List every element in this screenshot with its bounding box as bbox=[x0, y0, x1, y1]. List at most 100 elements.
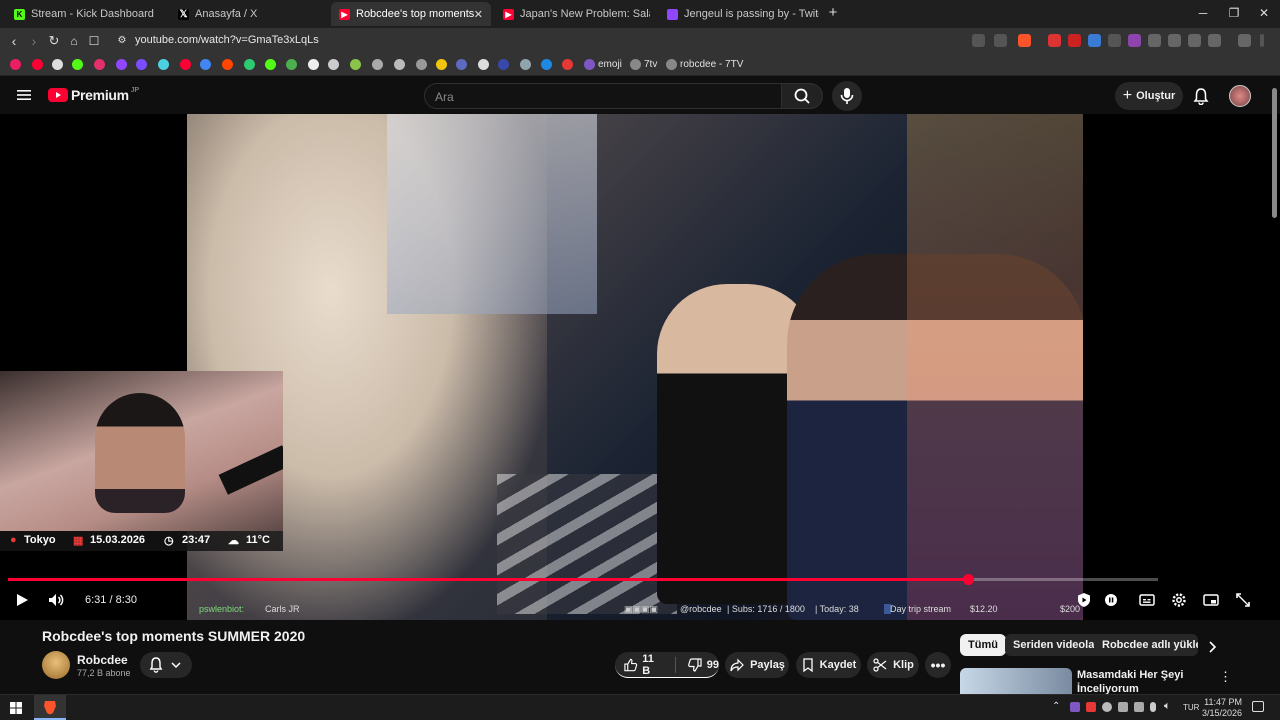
video-player[interactable]: ● Tokyo ▦ 15.03.2026 ◷ 23:47 ☁ 11°C 6:31… bbox=[0, 114, 1280, 620]
menu-icon[interactable] bbox=[1260, 34, 1264, 47]
bookmark-icon[interactable] bbox=[498, 59, 509, 70]
bookmark-icon[interactable] bbox=[136, 59, 147, 70]
tray-volume-icon[interactable]: 🔈︎ bbox=[1164, 700, 1171, 713]
url-field[interactable]: youtube.com/watch?v=GmaTe3xLqLs bbox=[135, 34, 319, 46]
chip-all[interactable]: Tümü bbox=[960, 634, 1006, 656]
share-icon[interactable] bbox=[994, 34, 1007, 47]
youtube-premium-logo[interactable]: Premium JP bbox=[48, 87, 139, 103]
bookmark-emoji-icon[interactable] bbox=[584, 59, 595, 70]
bookmark-icon[interactable] bbox=[478, 59, 489, 70]
more-actions-button[interactable]: ••• bbox=[925, 652, 951, 678]
extensions-puzzle-icon[interactable] bbox=[1148, 34, 1161, 47]
bookmark-twitch-icon[interactable] bbox=[116, 59, 127, 70]
link-icon[interactable] bbox=[1188, 34, 1201, 47]
notifications-bell-icon[interactable] bbox=[1192, 87, 1210, 105]
cast-icon[interactable] bbox=[972, 34, 985, 47]
account-avatar[interactable] bbox=[1229, 85, 1251, 107]
bookmark-icon[interactable] bbox=[244, 59, 255, 70]
search-button[interactable] bbox=[781, 83, 823, 109]
dislike-button[interactable]: 99 bbox=[687, 657, 719, 673]
extension-icon[interactable] bbox=[1048, 34, 1061, 47]
save-button[interactable]: Kaydet bbox=[796, 652, 861, 678]
maximize-button[interactable]: ❐ bbox=[1224, 6, 1244, 20]
tray-overflow-icon[interactable]: ⌃ bbox=[1052, 701, 1060, 712]
share-button[interactable]: Paylaş bbox=[725, 652, 789, 678]
bookmark-instagram-icon[interactable] bbox=[94, 59, 105, 70]
bookmark-icon[interactable] bbox=[200, 59, 211, 70]
clip-button[interactable]: Klip bbox=[867, 652, 919, 678]
bookmark-x-icon[interactable] bbox=[52, 59, 63, 70]
windows-start-icon[interactable] bbox=[10, 702, 22, 714]
channel-avatar[interactable] bbox=[42, 651, 70, 679]
recommendation-more-vertical-icon[interactable]: ⋮ bbox=[1219, 670, 1232, 683]
close-window-button[interactable]: ✕ bbox=[1254, 6, 1274, 20]
bookmark-icon[interactable] bbox=[372, 59, 383, 70]
forward-icon[interactable]: › bbox=[26, 33, 42, 49]
minimize-button[interactable]: ─ bbox=[1193, 6, 1213, 20]
bookmark-icon[interactable] bbox=[158, 59, 169, 70]
bookmark-icon[interactable] bbox=[394, 59, 405, 70]
autoplay-shield-button[interactable] bbox=[1075, 590, 1093, 610]
bookmark-kick-icon[interactable] bbox=[72, 59, 83, 70]
volume-button[interactable] bbox=[47, 590, 65, 610]
chip-series[interactable]: Seriden videolar bbox=[1005, 634, 1107, 656]
notification-center-icon[interactable] bbox=[1252, 701, 1264, 712]
tab-youtube-salaryman[interactable]: ▶ Japan's New Problem: Salaryman Gri bbox=[495, 2, 655, 26]
bookmark-icon[interactable] bbox=[286, 59, 297, 70]
bookmark-7tv[interactable]: 7tv bbox=[644, 59, 657, 70]
bookmark-icon[interactable] bbox=[456, 59, 467, 70]
new-tab-button[interactable]: + bbox=[823, 4, 843, 21]
tray-clock[interactable]: 11:47 PM 3/15/2026 bbox=[1202, 697, 1242, 719]
back-icon[interactable]: ‹ bbox=[6, 33, 22, 49]
fullscreen-button[interactable] bbox=[1234, 590, 1252, 610]
create-button[interactable]: + Oluştur bbox=[1115, 82, 1183, 110]
tab-youtube-active[interactable]: ▶ Robcdee's top moments SUMM ✕ bbox=[331, 2, 491, 26]
bookmark-icon[interactable] bbox=[265, 59, 276, 70]
bookmark-icon[interactable] bbox=[520, 59, 531, 70]
download-icon[interactable] bbox=[1208, 34, 1221, 47]
play-button[interactable] bbox=[14, 590, 30, 610]
recommendation-thumbnail[interactable] bbox=[960, 668, 1072, 694]
bookmark-youtube-icon[interactable] bbox=[32, 59, 43, 70]
channel-name[interactable]: Robcdee bbox=[77, 653, 128, 667]
bookmark-robcdee-7tv[interactable]: robcdee - 7TV bbox=[680, 59, 743, 70]
bookmark-icon[interactable] bbox=[180, 59, 191, 70]
home-icon[interactable]: ⌂ bbox=[66, 33, 82, 49]
tray-language[interactable]: TUR bbox=[1183, 703, 1199, 712]
subtitles-button[interactable] bbox=[1138, 590, 1156, 610]
tray-app-icon[interactable] bbox=[1070, 702, 1080, 712]
bookmark-emoji[interactable]: emoji bbox=[598, 59, 622, 70]
bookmark-icon[interactable] bbox=[308, 59, 319, 70]
voice-search-button[interactable] bbox=[832, 81, 862, 111]
bookmark-icon[interactable] bbox=[562, 59, 573, 70]
tray-cloud-icon[interactable] bbox=[1102, 702, 1112, 712]
taskbar-brave-button[interactable] bbox=[34, 695, 66, 720]
subscribe-bell-button[interactable] bbox=[140, 652, 192, 678]
brave-shield-icon[interactable] bbox=[1018, 34, 1031, 47]
tab-kick-dashboard[interactable]: K Stream - Kick Dashboard bbox=[6, 2, 166, 26]
bookmark-icon[interactable] bbox=[350, 59, 361, 70]
recommendation-title[interactable]: Masamdaki Her Şeyi İnceliyorum bbox=[1077, 668, 1217, 696]
progress-bar[interactable] bbox=[8, 574, 1158, 585]
bookmark-icon[interactable] bbox=[416, 59, 427, 70]
settings-button[interactable] bbox=[1170, 590, 1188, 610]
page-scrollbar-thumb[interactable] bbox=[1272, 88, 1277, 218]
search-input[interactable]: Ara bbox=[424, 83, 782, 109]
tab-twitch[interactable]: Jengeul is passing by - Twitch bbox=[659, 2, 819, 26]
extension-icon[interactable] bbox=[1068, 34, 1081, 47]
autoplay-toggle[interactable] bbox=[1102, 590, 1122, 610]
bookmark-icon[interactable] bbox=[541, 59, 552, 70]
like-button[interactable]: 11 B bbox=[623, 653, 664, 677]
tab-x-home[interactable]: 𝕏 Anasayfa / X bbox=[170, 2, 330, 26]
miniplayer-button[interactable] bbox=[1202, 590, 1220, 610]
tray-app-icon[interactable] bbox=[1118, 702, 1128, 712]
site-info-icon[interactable]: ⚙ bbox=[114, 33, 130, 49]
chip-uploader[interactable]: Robcdee adlı yükleyic bbox=[1094, 634, 1198, 656]
extension-icon[interactable] bbox=[1088, 34, 1101, 47]
reload-icon[interactable]: ↻ bbox=[46, 33, 62, 49]
extension-icon[interactable] bbox=[1108, 34, 1121, 47]
tray-app-icon[interactable] bbox=[1086, 702, 1096, 712]
bookmark-icon[interactable]: ☐ bbox=[86, 33, 102, 49]
tray-microphone-icon[interactable] bbox=[1150, 702, 1156, 712]
close-tab-icon[interactable]: ✕ bbox=[474, 8, 483, 21]
